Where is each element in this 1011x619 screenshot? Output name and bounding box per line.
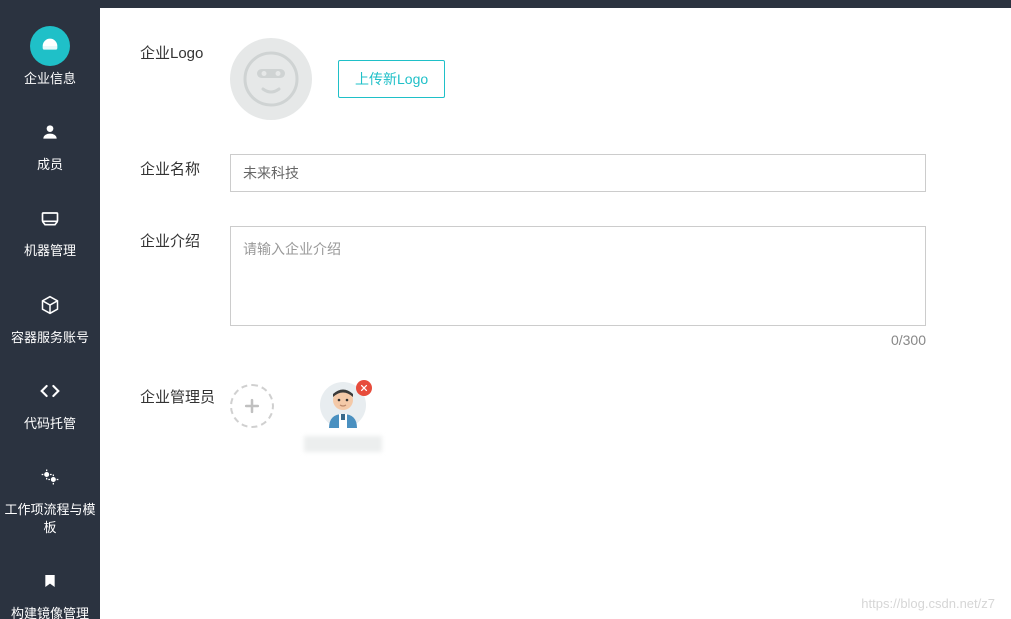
main-wrap: 企业信息 成员 机器管理 容器服务账号 代码托管: [0, 8, 1011, 619]
label-intro: 企业介绍: [140, 226, 230, 251]
char-count: 0/300: [230, 332, 926, 348]
sidebar-label: 企业信息: [20, 70, 80, 88]
sidebar-label: 成员: [33, 156, 67, 174]
sidebar-label: 代码托管: [20, 415, 80, 433]
sidebar-item-members[interactable]: 成员: [0, 112, 100, 174]
admin-item: [304, 382, 382, 452]
logo-avatar-placeholder: [230, 38, 312, 120]
label-logo: 企业Logo: [140, 38, 230, 63]
label-name: 企业名称: [140, 154, 230, 179]
bookmark-icon: [30, 561, 70, 601]
row-intro: 企业介绍 0/300: [140, 226, 971, 348]
top-bar: [0, 0, 1011, 8]
server-icon: [30, 198, 70, 238]
sidebar-item-workflow-templates[interactable]: 工作项流程与模板: [0, 457, 100, 537]
row-name: 企业名称: [140, 154, 971, 192]
sidebar-item-code-hosting[interactable]: 代码托管: [0, 371, 100, 433]
dashboard-icon: [30, 26, 70, 66]
user-icon: [30, 112, 70, 152]
sidebar: 企业信息 成员 机器管理 容器服务账号 代码托管: [0, 8, 100, 619]
admin-avatar[interactable]: [320, 382, 366, 428]
upload-logo-button[interactable]: 上传新Logo: [338, 60, 445, 98]
code-icon: [30, 371, 70, 411]
content-area: 企业Logo 上传新Logo 企业名称: [100, 8, 1011, 619]
gears-icon: [30, 457, 70, 497]
cube-icon: [30, 285, 70, 325]
sidebar-label: 工作项流程与模板: [0, 501, 100, 537]
row-logo: 企业Logo 上传新Logo: [140, 38, 971, 120]
sidebar-item-build-images[interactable]: 构建镜像管理: [0, 561, 100, 619]
enterprise-name-input[interactable]: [230, 154, 926, 192]
label-admins: 企业管理员: [140, 382, 230, 407]
sidebar-label: 容器服务账号: [7, 329, 93, 347]
admin-name-blurred: [304, 436, 382, 452]
add-admin-button[interactable]: [230, 384, 274, 428]
sidebar-item-container-accounts[interactable]: 容器服务账号: [0, 285, 100, 347]
remove-admin-icon[interactable]: [356, 380, 372, 396]
enterprise-intro-textarea[interactable]: [230, 226, 926, 326]
sidebar-label: 机器管理: [20, 242, 80, 260]
sidebar-label: 构建镜像管理: [7, 605, 93, 619]
sidebar-item-enterprise-info[interactable]: 企业信息: [0, 26, 100, 88]
watermark: https://blog.csdn.net/z7: [861, 596, 995, 611]
plus-icon: [242, 396, 262, 416]
row-admins: 企业管理员: [140, 382, 971, 452]
sidebar-item-machines[interactable]: 机器管理: [0, 198, 100, 260]
